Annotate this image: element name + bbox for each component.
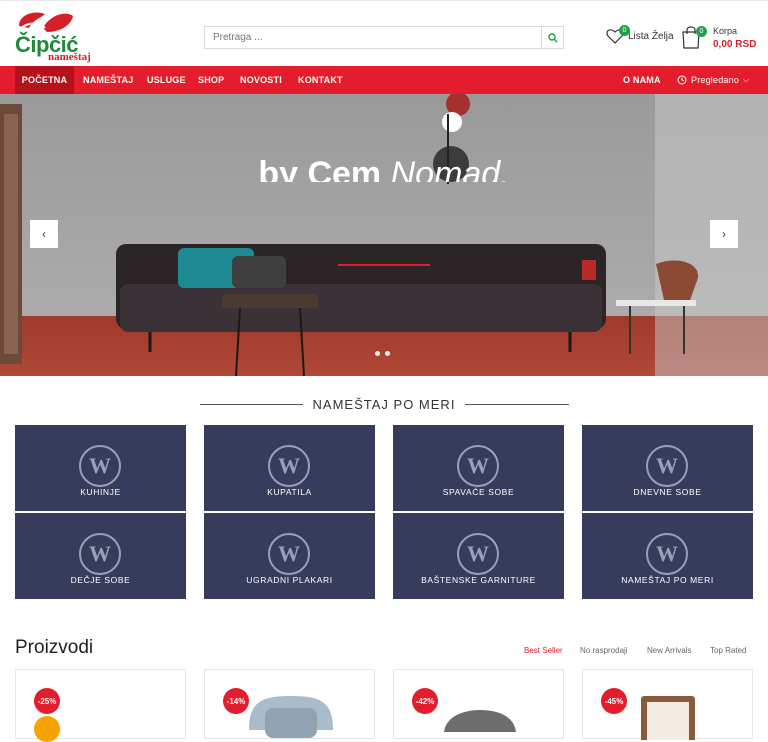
category-label: BAŠTENSKE GARNITURE (421, 575, 536, 585)
category-label: UGRADNI PLAKARI (246, 575, 333, 585)
logo-tagline: nameštaj (48, 51, 91, 63)
site-logo[interactable]: Čipčić nameštaj (15, 8, 105, 64)
wishlist-label: Lista Želja (628, 30, 674, 42)
armchair-image (249, 696, 333, 738)
slider-dot[interactable] (385, 351, 390, 356)
discount-badge: -25% (34, 688, 60, 714)
nav-item-usluge[interactable]: USLUGE (147, 66, 186, 94)
lounge-chair-image (444, 710, 516, 732)
product-card[interactable]: -45% (582, 669, 753, 740)
hot-badge (34, 716, 60, 742)
slider-next-button[interactable]: › (710, 220, 738, 248)
hero-sofa-image (0, 94, 768, 376)
category-tile[interactable]: W BAŠTENSKE GARNITURE (393, 513, 564, 599)
nav-item-o-nama[interactable]: O NAMA (623, 66, 661, 94)
nav-item-namestaj[interactable]: NAMEŠTAJ (83, 66, 133, 94)
cart-link[interactable]: 0 Korpa 0,00 RSD (681, 25, 756, 54)
section-title: NAMEŠTAJ PO MERI (302, 397, 466, 412)
wordpress-icon: W (646, 533, 688, 575)
cart-total: 0,00 RSD (713, 39, 757, 50)
category-label: SPAVAĆE SOBE (442, 487, 515, 497)
cart-label: Korpa (713, 26, 738, 36)
tab-on-sale[interactable]: No rasprodaji (580, 646, 628, 655)
search-icon (547, 32, 558, 43)
recently-viewed-label: Pregledano (691, 75, 740, 85)
wordpress-icon: W (79, 533, 121, 575)
nav-item-shop[interactable]: SHOP (198, 66, 224, 94)
search-button[interactable] (541, 27, 563, 48)
product-card[interactable]: -25% (15, 669, 186, 742)
site-header: Čipčić nameštaj 0 Lista Želja 0 Korpa 0,… (0, 3, 768, 66)
chevron-right-icon: › (722, 227, 726, 241)
hero-caption-plain: by Cem (258, 155, 382, 182)
tab-best-seller[interactable]: Best Seller (524, 646, 563, 655)
category-label: DNEVNE SOBE (633, 487, 702, 497)
search-input[interactable] (205, 27, 541, 48)
nav-item-kontakt[interactable]: KONTAKT (298, 66, 343, 94)
wordpress-icon: W (268, 445, 310, 487)
category-tile[interactable]: W UGRADNI PLAKARI (204, 513, 375, 599)
chevron-left-icon: ‹ (42, 227, 46, 241)
search-bar (204, 26, 564, 49)
category-label: DEČJE SOBE (70, 575, 131, 585)
category-label: KUPATILA (267, 487, 312, 497)
wishlist-count-badge: 0 (619, 25, 630, 36)
category-tile[interactable]: W SPAVAĆE SOBE (393, 425, 564, 511)
hero-slider: by Cem Nomad. ‹ › (0, 94, 768, 376)
nav-item-novosti[interactable]: NOVOSTI (240, 66, 282, 94)
wishlist-link[interactable]: 0 Lista Želja (606, 25, 674, 44)
tab-new-arrivals[interactable]: New Arrivals (647, 646, 691, 655)
category-tile[interactable]: W KUPATILA (204, 425, 375, 511)
wordpress-icon: W (457, 445, 499, 487)
wordpress-icon: W (79, 445, 121, 487)
heading-rule-left (200, 404, 304, 405)
category-tile[interactable]: W NAMEŠTAJ PO MERI (582, 513, 753, 599)
nav-item-pocetna[interactable]: POČETNA (15, 66, 74, 94)
recently-viewed-dropdown[interactable]: Pregledano ⌵ (677, 66, 749, 94)
wordpress-icon: W (646, 445, 688, 487)
hero-caption-italic: Nomad. (390, 155, 510, 182)
wooden-chair-image (641, 696, 695, 740)
category-tile[interactable]: W DNEVNE SOBE (582, 425, 753, 511)
hero-caption: by Cem Nomad. (0, 150, 768, 182)
history-icon (677, 75, 687, 85)
wordpress-icon: W (268, 533, 310, 575)
tab-top-rated[interactable]: Top Rated (710, 646, 746, 655)
slider-pagination (375, 351, 390, 356)
main-navigation: POČETNA NAMEŠTAJ USLUGE SHOP NOVOSTI KON… (0, 66, 768, 94)
slider-dot[interactable] (375, 351, 380, 356)
product-card[interactable]: -42% (393, 669, 564, 739)
custom-furniture-heading: NAMEŠTAJ PO MERI (0, 396, 768, 414)
category-label: KUHINJE (80, 487, 121, 497)
wordpress-icon: W (457, 533, 499, 575)
category-tile[interactable]: W DEČJE SOBE (15, 513, 186, 599)
heading-rule-right (465, 404, 569, 405)
category-label: NAMEŠTAJ PO MERI (621, 575, 714, 585)
category-tile[interactable]: W KUHINJE (15, 425, 186, 511)
products-title: Proizvodi (15, 637, 94, 658)
chevron-down-icon: ⌵ (743, 75, 750, 84)
slider-prev-button[interactable]: ‹ (30, 220, 58, 248)
cart-count-badge: 0 (696, 26, 707, 37)
product-card[interactable]: -14% (204, 669, 375, 739)
